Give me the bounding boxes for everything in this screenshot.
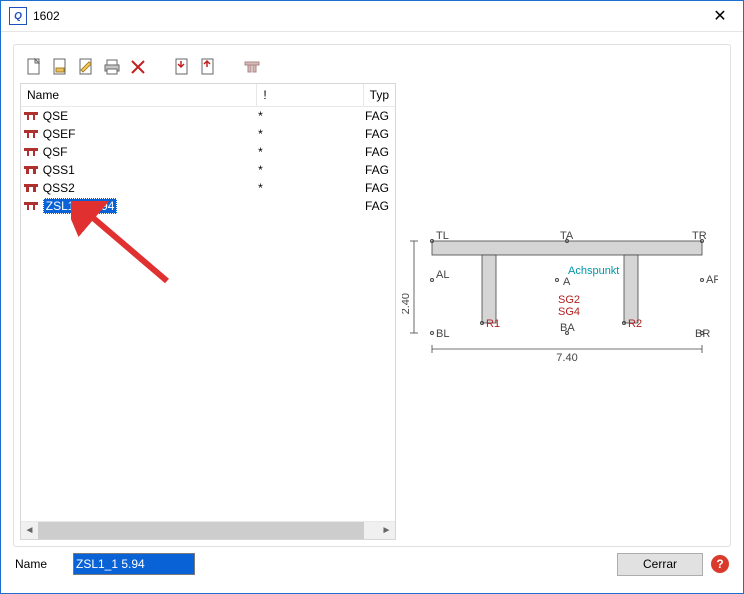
row-mark: * [252,163,359,177]
svg-text:AR: AR [706,274,718,286]
section-glyph-icon [21,182,41,194]
import-icon[interactable] [170,55,194,79]
section-glyph-icon [21,110,41,122]
svg-text:BL: BL [436,328,449,340]
svg-text:R1: R1 [486,318,500,330]
row-name: QSEF [41,127,252,141]
svg-text:TL: TL [436,230,449,242]
header-typ[interactable]: Typ [364,84,395,106]
main-panel: Name ! Typ QSE*FAGQSEF*FAGQSF*FAGQSS1*FA… [13,44,731,547]
row-name: QSF [41,145,252,159]
content-area: Name ! Typ QSE*FAGQSEF*FAGQSF*FAGQSS1*FA… [1,32,743,593]
row-typ: FAG [359,127,395,141]
row-typ: FAG [359,109,395,123]
row-typ: FAG [359,181,395,195]
export-icon[interactable] [196,55,220,79]
header-mark[interactable]: ! [257,84,363,106]
row-mark: * [252,145,359,159]
list-header: Name ! Typ [21,84,395,107]
new-folder-icon[interactable] [48,55,72,79]
row-name: ZSL1_1 5.94 [41,198,252,214]
row-mark: * [252,127,359,141]
toolbar [20,51,724,83]
section-glyph-icon [21,164,41,176]
delete-icon[interactable] [126,55,150,79]
print-icon[interactable] [100,55,124,79]
row-name: QSE [41,109,252,123]
row-mark: * [252,109,359,123]
list-panel: Name ! Typ QSE*FAGQSEF*FAGQSF*FAGQSS1*FA… [20,83,396,540]
svg-text:7.40: 7.40 [556,352,577,364]
preview-panel: 2.40 [402,83,724,540]
svg-text:AL: AL [436,269,449,281]
svg-text:SG2: SG2 [558,294,580,306]
svg-text:BA: BA [560,322,575,334]
svg-text:TR: TR [692,230,707,242]
close-button[interactable]: ✕ [697,1,743,31]
table-row[interactable]: QSS2*FAG [21,179,395,197]
app-icon: Q [9,7,27,25]
new-icon[interactable] [22,55,46,79]
table-row[interactable]: QSE*FAG [21,107,395,125]
svg-text:A: A [563,276,571,288]
section-preview: 2.40 [402,83,724,540]
section-glyph-icon [21,146,41,158]
row-name: QSS1 [41,163,252,177]
section-icon[interactable] [240,55,264,79]
bottom-bar: Name Cerrar ? [13,547,731,581]
row-name: QSS2 [41,181,252,195]
title-bar: Q 1602 ✕ [1,1,743,32]
row-typ: FAG [359,163,395,177]
scroll-right-icon[interactable]: ► [378,522,395,539]
name-label: Name [15,557,65,571]
scroll-left-icon[interactable]: ◄ [21,522,38,539]
row-mark: * [252,181,359,195]
section-glyph-icon [21,200,41,212]
list-body[interactable]: QSE*FAGQSEF*FAGQSF*FAGQSS1*FAGQSS2*FAGZS… [21,107,395,521]
help-button[interactable]: ? [711,555,729,573]
row-typ: FAG [359,145,395,159]
table-row[interactable]: QSS1*FAG [21,161,395,179]
columns: Name ! Typ QSE*FAGQSEF*FAGQSF*FAGQSS1*FA… [20,83,724,540]
svg-text:R2: R2 [628,318,642,330]
svg-text:SG4: SG4 [558,306,580,318]
svg-text:TA: TA [560,230,574,242]
table-row[interactable]: ZSL1_1 5.94 FAG [21,197,395,215]
horizontal-scrollbar[interactable]: ◄ ► [21,521,395,539]
table-row[interactable]: QSF*FAG [21,143,395,161]
svg-text:2.40: 2.40 [402,293,412,314]
header-name[interactable]: Name [21,84,257,106]
section-glyph-icon [21,128,41,140]
window-title: 1602 [33,9,697,23]
name-input[interactable] [73,553,195,575]
close-dialog-button[interactable]: Cerrar [617,553,703,576]
row-typ: FAG [359,199,395,213]
scroll-thumb[interactable] [38,522,364,539]
svg-text:Achspunkt: Achspunkt [568,265,619,277]
scroll-track[interactable] [38,522,378,539]
dialog-window: Q 1602 ✕ [0,0,744,594]
table-row[interactable]: QSEF*FAG [21,125,395,143]
svg-text:BR: BR [695,328,710,340]
edit-icon[interactable] [74,55,98,79]
